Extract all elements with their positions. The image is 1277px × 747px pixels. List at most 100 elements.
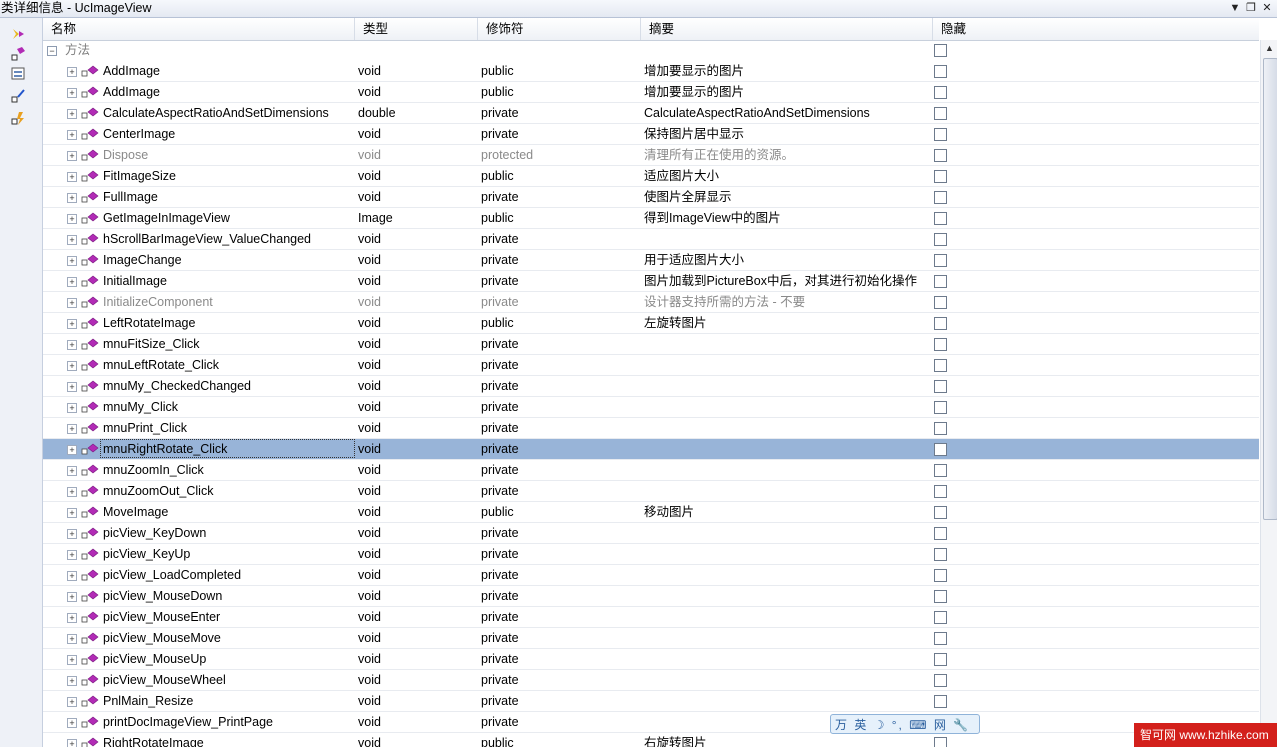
method-modifier[interactable]: private xyxy=(481,376,631,396)
method-row[interactable]: + AddImage void public 增加要显示的图片 xyxy=(43,82,1259,103)
method-summary[interactable]: 清理所有正在使用的资源。 xyxy=(644,145,929,165)
scrollbar-thumb[interactable] xyxy=(1263,58,1277,520)
method-summary[interactable]: 右旋转图片 xyxy=(644,733,929,747)
new-field-icon[interactable] xyxy=(10,88,26,104)
hidden-checkbox[interactable] xyxy=(934,359,947,372)
method-row[interactable]: + PnlMain_Resize void private xyxy=(43,691,1259,712)
method-modifier[interactable]: public xyxy=(481,502,631,522)
method-summary[interactable] xyxy=(644,523,929,543)
method-summary[interactable] xyxy=(644,439,929,459)
method-type[interactable]: void xyxy=(358,229,473,249)
method-modifier[interactable]: public xyxy=(481,82,631,102)
method-name[interactable]: CalculateAspectRatioAndSetDimensions xyxy=(103,103,353,123)
hidden-checkbox[interactable] xyxy=(934,128,947,141)
method-type[interactable]: void xyxy=(358,712,473,732)
scroll-up-icon[interactable]: ▲ xyxy=(1261,40,1277,56)
method-type[interactable]: void xyxy=(358,61,473,81)
expand-icon[interactable]: + xyxy=(67,193,77,203)
method-type[interactable]: void xyxy=(358,544,473,564)
method-row[interactable]: + FullImage void private 使图片全屏显示 xyxy=(43,187,1259,208)
hidden-checkbox[interactable] xyxy=(934,338,947,351)
method-name[interactable]: mnuMy_CheckedChanged xyxy=(103,376,353,396)
hidden-checkbox[interactable] xyxy=(934,212,947,225)
method-modifier[interactable]: protected xyxy=(481,145,631,165)
method-name[interactable]: PnlMain_Resize xyxy=(103,691,353,711)
method-summary[interactable] xyxy=(644,565,929,585)
method-name[interactable]: picView_MouseEnter xyxy=(103,607,353,627)
method-name[interactable]: mnuFitSize_Click xyxy=(103,334,353,354)
method-modifier[interactable]: private xyxy=(481,712,631,732)
expand-icon[interactable]: + xyxy=(67,235,77,245)
method-name[interactable]: RightRotateImage xyxy=(103,733,353,747)
method-row[interactable]: + LeftRotateImage void public 左旋转图片 xyxy=(43,313,1259,334)
method-modifier[interactable]: private xyxy=(481,691,631,711)
method-summary[interactable] xyxy=(644,229,929,249)
expand-icon[interactable]: + xyxy=(67,277,77,287)
method-name[interactable]: mnuLeftRotate_Click xyxy=(103,355,353,375)
expand-icon[interactable]: + xyxy=(67,361,77,371)
hidden-checkbox[interactable] xyxy=(934,380,947,393)
hidden-checkbox[interactable] xyxy=(934,443,947,456)
method-type[interactable]: void xyxy=(358,271,473,291)
expand-icon[interactable]: + xyxy=(67,340,77,350)
expand-icon[interactable]: + xyxy=(67,571,77,581)
collapse-icon[interactable]: − xyxy=(47,46,57,56)
hidden-checkbox[interactable] xyxy=(934,107,947,120)
method-name[interactable]: mnuMy_Click xyxy=(103,397,353,417)
method-type[interactable]: void xyxy=(358,187,473,207)
expand-icon[interactable]: + xyxy=(67,88,77,98)
expand-icon[interactable]: + xyxy=(67,298,77,308)
method-name[interactable]: picView_KeyDown xyxy=(103,523,353,543)
hidden-checkbox[interactable] xyxy=(934,44,947,57)
hidden-checkbox[interactable] xyxy=(934,527,947,540)
method-name[interactable]: AddImage xyxy=(103,61,353,81)
expand-icon[interactable]: + xyxy=(67,403,77,413)
method-row[interactable]: + CalculateAspectRatioAndSetDimensions dou… xyxy=(43,103,1259,124)
method-modifier[interactable]: private xyxy=(481,481,631,501)
method-summary[interactable] xyxy=(644,418,929,438)
method-summary[interactable] xyxy=(644,649,929,669)
method-type[interactable]: Image xyxy=(358,208,473,228)
method-summary[interactable] xyxy=(644,544,929,564)
method-summary[interactable] xyxy=(644,670,929,690)
method-type[interactable]: void xyxy=(358,292,473,312)
expand-icon[interactable]: + xyxy=(67,487,77,497)
method-summary[interactable]: CalculateAspectRatioAndSetDimensions xyxy=(644,103,929,123)
expand-icon[interactable]: + xyxy=(67,172,77,182)
method-name[interactable]: LeftRotateImage xyxy=(103,313,353,333)
expand-icon[interactable]: + xyxy=(67,613,77,623)
method-name[interactable]: GetImageInImageView xyxy=(103,208,353,228)
vertical-scrollbar[interactable]: ▲ xyxy=(1260,40,1277,747)
column-header-name[interactable]: 名称 xyxy=(43,18,354,40)
close-icon[interactable]: ✕ xyxy=(1260,0,1274,16)
method-summary[interactable]: 设计器支持所需的方法 - 不要 xyxy=(644,292,929,312)
hidden-checkbox[interactable] xyxy=(934,65,947,78)
method-type[interactable]: void xyxy=(358,376,473,396)
method-summary[interactable]: 保持图片居中显示 xyxy=(644,124,929,144)
expand-icon[interactable]: + xyxy=(67,214,77,224)
dropdown-icon[interactable]: ▼ xyxy=(1228,0,1242,16)
method-name[interactable]: picView_MouseUp xyxy=(103,649,353,669)
method-type[interactable]: void xyxy=(358,670,473,690)
expand-icon[interactable]: + xyxy=(67,655,77,665)
expand-icon[interactable]: + xyxy=(67,508,77,518)
expand-icon[interactable]: + xyxy=(67,718,77,728)
method-row[interactable]: + picView_MouseMove void private xyxy=(43,628,1259,649)
hidden-checkbox[interactable] xyxy=(934,296,947,309)
method-modifier[interactable]: private xyxy=(481,523,631,543)
method-modifier[interactable]: private xyxy=(481,628,631,648)
method-row[interactable]: + picView_MouseDown void private xyxy=(43,586,1259,607)
group-row-methods[interactable]: − 方法 xyxy=(43,40,1259,61)
method-type[interactable]: void xyxy=(358,334,473,354)
method-summary[interactable]: 适应图片大小 xyxy=(644,166,929,186)
method-name[interactable]: FitImageSize xyxy=(103,166,353,186)
method-name[interactable]: mnuPrint_Click xyxy=(103,418,353,438)
method-name[interactable]: hScrollBarImageView_ValueChanged xyxy=(103,229,353,249)
method-modifier[interactable]: private xyxy=(481,292,631,312)
method-row[interactable]: + InitialImage void private 图片加载到PictureBox中… xyxy=(43,271,1259,292)
method-row[interactable]: + mnuMy_Click void private xyxy=(43,397,1259,418)
hidden-checkbox[interactable] xyxy=(934,149,947,162)
hidden-checkbox[interactable] xyxy=(934,170,947,183)
new-event-icon[interactable] xyxy=(10,110,26,126)
method-row[interactable]: + mnuZoomIn_Click void private xyxy=(43,460,1259,481)
